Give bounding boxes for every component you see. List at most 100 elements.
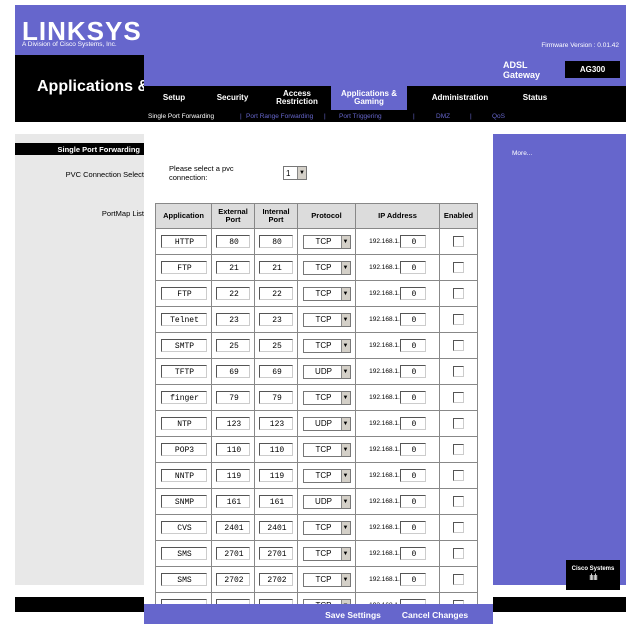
protocol-select[interactable]: TCP ▼ [302,338,351,353]
ip-last-octet-input[interactable]: 0 [399,521,426,534]
external-port-input[interactable]: 2701 [216,547,250,560]
enabled-checkbox[interactable] [453,314,464,325]
pvc-select[interactable]: 1 ▼ [283,166,307,180]
application-name-input[interactable]: FTP [160,287,207,300]
application-name-input[interactable]: Telnet [160,313,207,326]
internal-port-input[interactable]: 79 [259,391,293,404]
application-name-input[interactable]: SMTP [160,339,207,352]
external-port-input[interactable]: 25 [216,339,250,352]
application-name-input[interactable]: SNMP [160,495,207,508]
protocol-select[interactable]: TCP ▼ [302,312,351,327]
tab-status[interactable]: Status [510,86,560,110]
external-port-input[interactable]: 23 [216,313,250,326]
ip-last-octet-input[interactable]: 0 [399,287,426,300]
external-port-input[interactable]: 2702 [216,573,250,586]
application-name-input[interactable]: FTP [160,261,207,274]
protocol-select[interactable]: UDP ▼ [302,494,351,509]
protocol-select[interactable]: TCP ▼ [302,468,351,483]
internal-port-input[interactable]: 119 [259,469,293,482]
internal-port-input[interactable]: 2401 [259,521,293,534]
save-settings-button[interactable]: Save Settings [318,607,388,622]
ip-last-octet-input[interactable]: 0 [399,391,426,404]
enabled-checkbox[interactable] [453,366,464,377]
internal-port-input[interactable]: 2702 [259,573,293,586]
application-name-input[interactable]: NNTP [160,469,207,482]
ip-last-octet-input[interactable]: 0 [399,443,426,456]
enabled-checkbox[interactable] [453,418,464,429]
protocol-select[interactable]: TCP ▼ [302,260,351,275]
ip-last-octet-input[interactable]: 0 [399,547,426,560]
protocol-select[interactable]: TCP ▼ [302,572,351,587]
external-port-input[interactable]: 22 [216,287,250,300]
enabled-checkbox[interactable] [453,340,464,351]
application-name-input[interactable]: NTP [160,417,207,430]
tab-access-restriction[interactable]: Access Restriction [266,86,328,110]
ip-last-octet-input[interactable]: 0 [399,235,426,248]
internal-port-input[interactable]: 110 [259,443,293,456]
internal-port-input[interactable]: 23 [259,313,293,326]
application-name-input[interactable]: finger [160,391,207,404]
ip-last-octet-input[interactable]: 0 [399,365,426,378]
internal-port-input[interactable]: 22 [259,287,293,300]
internal-port-input[interactable]: 80 [259,235,293,248]
protocol-select[interactable]: UDP ▼ [302,416,351,431]
application-name-input[interactable]: CVS [160,521,207,534]
subtab-dmz[interactable]: DMZ [436,110,450,122]
protocol-select[interactable]: TCP ▼ [302,442,351,457]
tab-applications-gaming[interactable]: Applications & Gaming [331,86,407,110]
internal-port-input[interactable]: 161 [259,495,293,508]
enabled-checkbox[interactable] [453,470,464,481]
external-port-input[interactable]: 2401 [216,521,250,534]
external-port-input[interactable]: 123 [216,417,250,430]
tab-security[interactable]: Security [205,86,260,110]
internal-port-input[interactable]: 69 [259,365,293,378]
enabled-checkbox[interactable] [453,574,464,585]
protocol-select[interactable]: UDP ▼ [302,364,351,379]
protocol-select[interactable]: TCP ▼ [302,520,351,535]
subtab-port-triggering[interactable]: Port Triggering [339,110,382,122]
internal-port-input[interactable]: 21 [259,261,293,274]
external-port-input[interactable]: 69 [216,365,250,378]
protocol-select[interactable]: TCP ▼ [302,234,351,249]
enabled-checkbox[interactable] [453,496,464,507]
protocol-select[interactable]: TCP ▼ [302,390,351,405]
external-port-input[interactable]: 80 [216,235,250,248]
ip-last-octet-input[interactable]: 0 [399,313,426,326]
application-name-input[interactable]: SMS [160,573,207,586]
application-name-input[interactable]: TFTP [160,365,207,378]
enabled-checkbox[interactable] [453,444,464,455]
subtab-port-range-forwarding[interactable]: Port Range Forwarding [246,110,313,122]
more-link[interactable]: More... [512,150,532,157]
ip-last-octet-input[interactable]: 0 [399,261,426,274]
enabled-checkbox[interactable] [453,548,464,559]
ip-last-octet-input[interactable]: 0 [399,339,426,352]
enabled-checkbox[interactable] [453,262,464,273]
external-port-input[interactable]: 119 [216,469,250,482]
enabled-checkbox[interactable] [453,288,464,299]
internal-port-input[interactable]: 2701 [259,547,293,560]
ip-last-octet-input[interactable]: 0 [399,469,426,482]
protocol-select[interactable]: TCP ▼ [302,286,351,301]
enabled-checkbox[interactable] [453,522,464,533]
cell-ip-address: 192.168.1. 0 [355,540,440,567]
external-port-input[interactable]: 110 [216,443,250,456]
ip-last-octet-input[interactable]: 0 [399,417,426,430]
subtab-single-port-forwarding[interactable]: Single Port Forwarding [148,110,214,122]
protocol-select[interactable]: TCP ▼ [302,546,351,561]
cancel-changes-button[interactable]: Cancel Changes [398,607,472,622]
external-port-input[interactable]: 79 [216,391,250,404]
application-name-input[interactable]: SMS [160,547,207,560]
external-port-input[interactable]: 21 [216,261,250,274]
ip-last-octet-input[interactable]: 0 [399,573,426,586]
tab-setup[interactable]: Setup [150,86,198,110]
application-name-input[interactable]: POP3 [160,443,207,456]
enabled-checkbox[interactable] [453,392,464,403]
subtab-qos[interactable]: QoS [492,110,505,122]
application-name-input[interactable]: HTTP [160,235,207,248]
ip-last-octet-input[interactable]: 0 [399,495,426,508]
external-port-input[interactable]: 161 [216,495,250,508]
internal-port-input[interactable]: 25 [259,339,293,352]
internal-port-input[interactable]: 123 [259,417,293,430]
tab-administration[interactable]: Administration [425,86,495,110]
enabled-checkbox[interactable] [453,236,464,247]
